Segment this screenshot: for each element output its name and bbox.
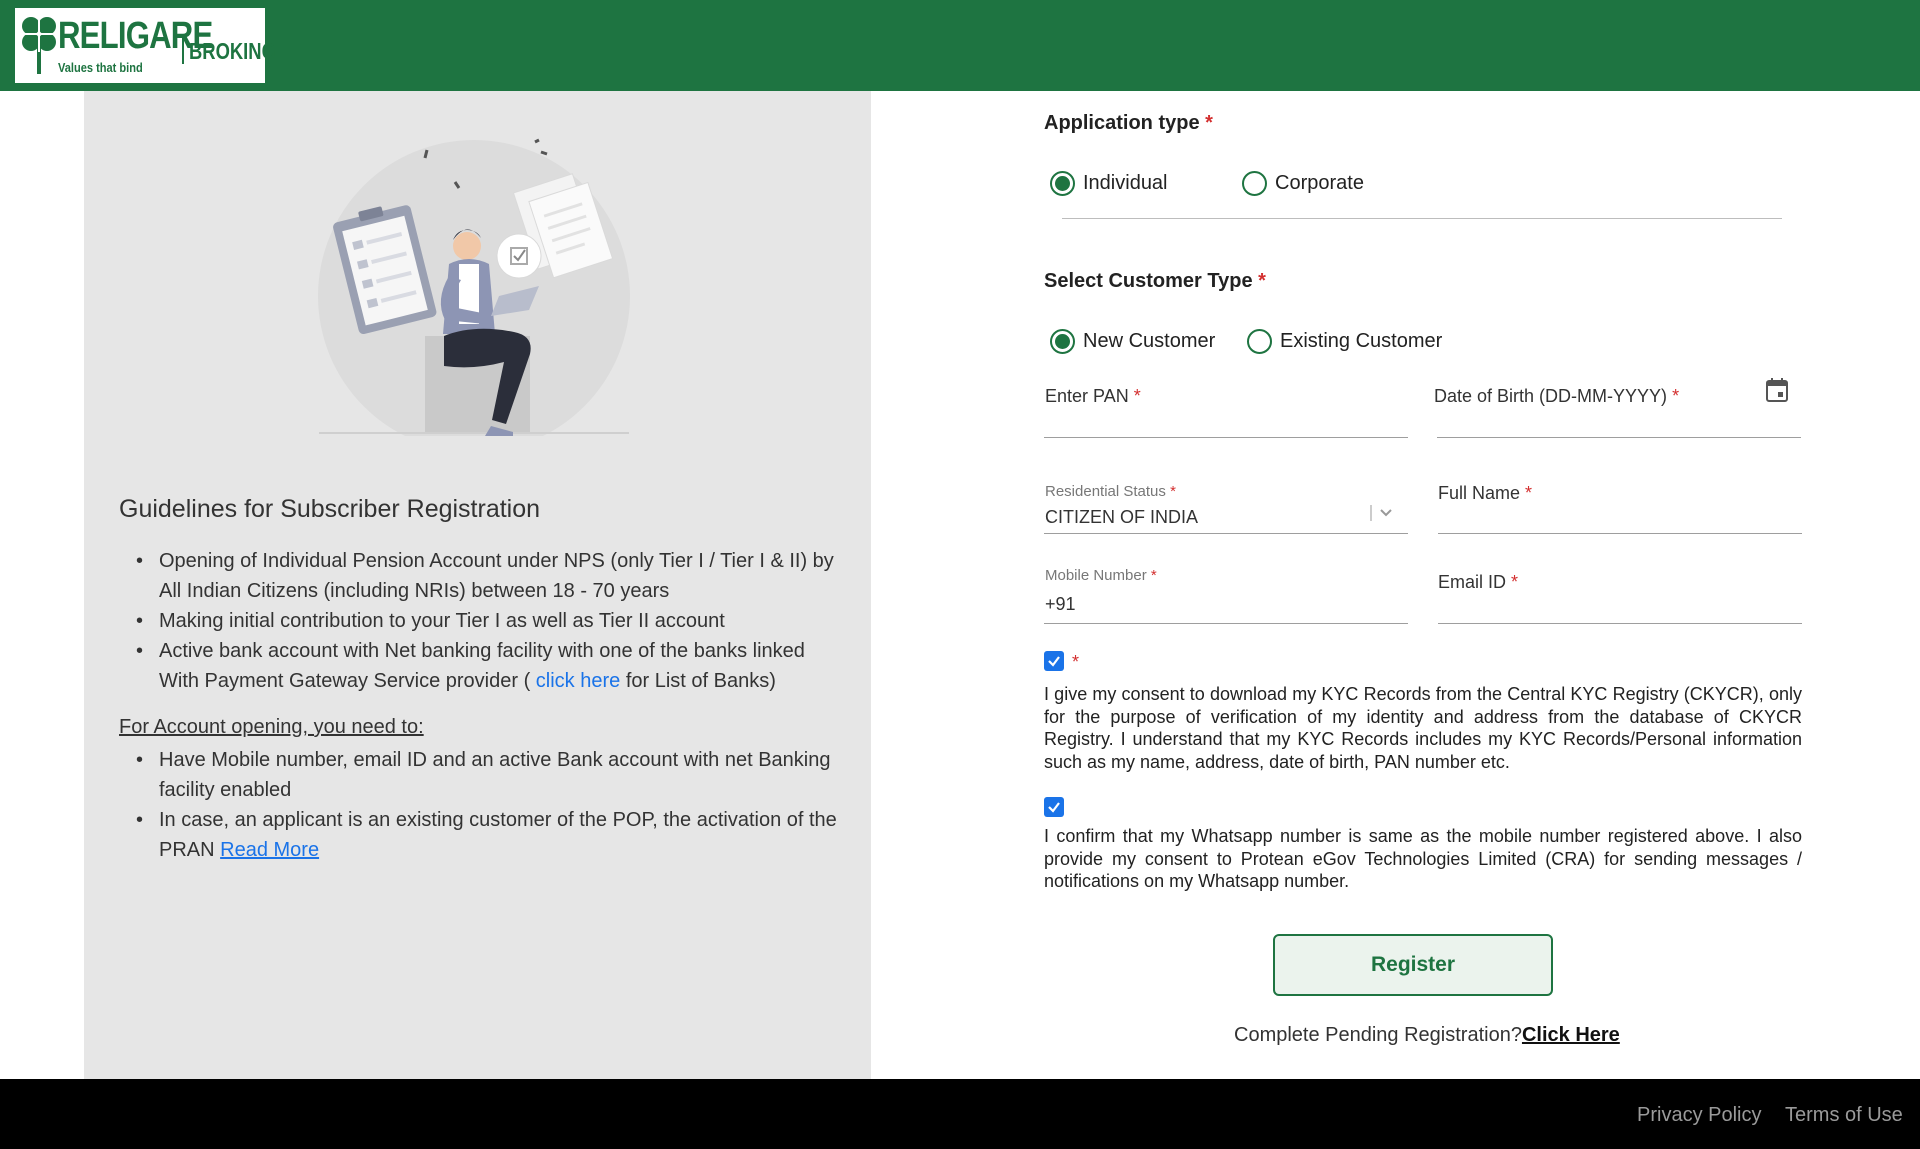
privacy-policy-link[interactable]: Privacy Policy [1637,1104,1761,1127]
checkmark-icon [1048,656,1060,667]
radio-unselected-icon [1242,171,1267,196]
terms-of-use-link[interactable]: Terms of Use [1785,1104,1903,1127]
requirement-item: Have Mobile number, email ID and an acti… [119,745,839,805]
whatsapp-consent-text: I confirm that my Whatsapp number is sam… [1044,826,1802,891]
residential-status-select[interactable]: Residential Status * CITIZEN OF INDIA [1044,483,1408,535]
mobile-number-input[interactable]: Mobile Number * +91 [1044,567,1408,625]
radio-selected-icon [1050,329,1075,354]
radio-individual[interactable]: Individual [1050,171,1168,196]
full-name-input[interactable]: Full Name * [1438,483,1802,535]
radio-new-customer[interactable]: New Customer [1050,329,1215,354]
religare-logo[interactable]: RELIGARE BROKING Values that bind [15,8,276,83]
dob-input[interactable]: Date of Birth (DD-MM-YYYY) * [1434,378,1801,441]
top-header: RELIGARE BROKING Values that bind [0,0,1920,91]
account-requirements-list: Have Mobile number, email ID and an acti… [119,745,839,865]
guideline-item: Making initial contribution to your Tier… [119,606,839,636]
pending-registration: Complete Pending Registration?Click Here [1234,1024,1620,1046]
footer: Privacy Policy Terms of Use [0,1079,1920,1149]
logo-tagline: Values that bind [58,60,143,75]
logo-broking-text: BROKING [189,38,276,64]
guidelines-title: Guidelines for Subscriber Registration [119,495,541,523]
application-type-label: Application type * [1044,112,1213,134]
kyc-consent-text: I give my consent to download my KYC Rec… [1044,684,1802,772]
banks-list-link[interactable]: click here [536,670,620,692]
guideline-item: Opening of Individual Pension Account un… [119,546,839,606]
whatsapp-consent-checkbox[interactable] [1044,797,1064,817]
email-input[interactable]: Email ID * [1438,567,1802,625]
customer-type-label: Select Customer Type * [1044,270,1266,292]
radio-corporate[interactable]: Corporate [1242,171,1364,196]
guideline-bank-suffix: for List of Banks) [620,670,776,692]
kyc-consent-checkbox[interactable] [1044,651,1064,671]
kyc-required-mark: * [1072,652,1080,672]
radio-existing-customer[interactable]: Existing Customer [1247,329,1442,354]
clover-icon [22,16,56,74]
account-opening-heading: For Account opening, you need to: [119,716,424,738]
pan-input[interactable]: Enter PAN * [1044,381,1408,441]
checkmark-icon [1048,802,1060,813]
read-more-link[interactable]: Read More [220,839,319,861]
register-button[interactable]: Register [1273,934,1553,996]
registration-illustration [318,138,630,436]
section-divider [1062,218,1782,219]
calendar-icon[interactable] [1765,377,1789,403]
radio-unselected-icon [1247,329,1272,354]
guidelines-panel: Guidelines for Subscriber Registration O… [84,91,871,1079]
pending-registration-link[interactable]: Click Here [1522,1024,1620,1046]
requirement-item-pop: In case, an applicant is an existing cus… [119,805,839,865]
logo-separator [182,34,184,64]
chevron-down-icon [1370,505,1392,521]
guidelines-list: Opening of Individual Pension Account un… [119,546,839,696]
guideline-item-banks: Active bank account with Net banking fac… [119,636,839,696]
radio-selected-icon [1050,171,1075,196]
